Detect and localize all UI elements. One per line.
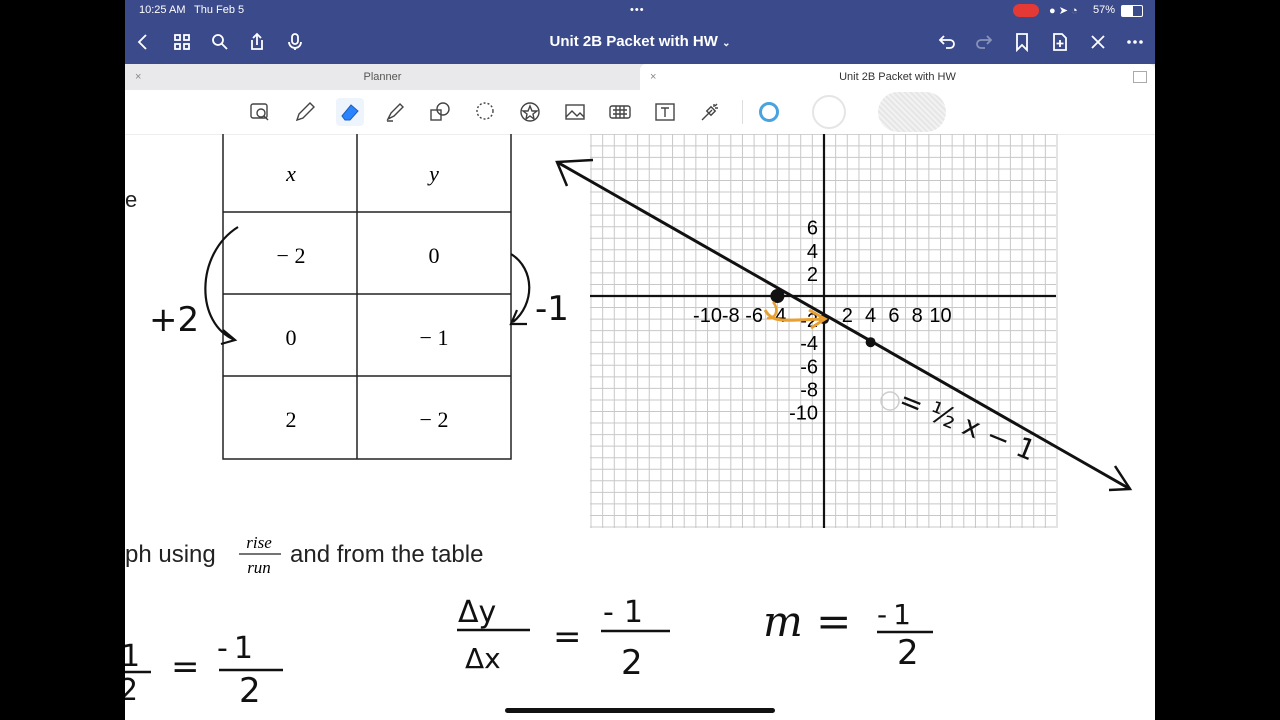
tab-unit-2b-packet[interactable]: × Unit 2B Packet with HW (640, 64, 1155, 90)
handwritten-arrow-right (509, 253, 531, 326)
x-tick-label: 4 (865, 305, 876, 327)
y-tick-label: -6 (800, 356, 818, 378)
handwritten-fragment: 1 (125, 639, 140, 674)
y-tick-label: 6 (807, 218, 818, 240)
x-tick-label: -10 (693, 305, 722, 327)
ipad-screen: 10:25 AM Thu Feb 5 ••• ● ➤ ◔ 57% Unit 2B… (125, 0, 1155, 720)
document-title[interactable]: Unit 2B Packet with HW ⌄ (125, 33, 1155, 50)
color-swatch-blue[interactable] (755, 98, 783, 126)
tab-close-icon[interactable]: × (650, 71, 656, 83)
handwritten-plus-two: +2 (149, 300, 199, 340)
highlighter-icon[interactable] (381, 98, 409, 126)
x-tick-label: 2 (842, 305, 853, 327)
instruction-text-after: and from the table (290, 541, 483, 568)
page-content-svg: x y − 2 0 0 − 1 2 − 2 e +2 -1 -10 -8 -6 -4 2… (125, 124, 1133, 711)
close-icon[interactable] (1086, 30, 1110, 54)
x-tick-label: -6 (745, 305, 763, 327)
split-view-icon[interactable] (1133, 71, 1147, 83)
tab-bar: × Planner × Unit 2B Packet with HW (125, 64, 1155, 90)
keyboard-icon[interactable] (606, 98, 634, 126)
lasso-icon[interactable] (471, 98, 499, 126)
handwritten-neg-one: -1 (877, 598, 911, 631)
table-cell: 0 (429, 243, 440, 268)
laser-pointer-icon[interactable] (696, 98, 724, 126)
more-options-icon[interactable] (1123, 30, 1147, 54)
image-icon[interactable] (561, 98, 589, 126)
tab-close-icon[interactable]: × (135, 71, 141, 83)
tab-label: Unit 2B Packet with HW (839, 71, 956, 83)
handwritten-equals: = (171, 647, 200, 687)
y-tick-label: 4 (807, 241, 818, 263)
sticker-icon[interactable] (516, 98, 544, 126)
toolbar-divider (742, 100, 743, 124)
handwritten-minus-one: -1 (535, 289, 569, 329)
fraction-denominator: run (247, 558, 271, 577)
table-cell: − 2 (277, 243, 306, 268)
handwritten-two: 2 (897, 633, 919, 673)
color-swatch-white[interactable] (811, 94, 847, 130)
handwritten-equals: = (553, 617, 582, 657)
table-cell: − 1 (420, 325, 449, 350)
xy-table (222, 128, 512, 460)
multitask-dots-icon[interactable]: ••• (630, 4, 645, 16)
table-header-y: y (427, 161, 439, 186)
fraction-numerator: rise (246, 533, 272, 552)
y-tick-label: -10 (789, 403, 818, 425)
undo-icon[interactable] (935, 30, 959, 54)
bookmark-icon[interactable] (1010, 30, 1034, 54)
handwritten-m-equals: m = (763, 597, 851, 646)
tab-planner[interactable]: × Planner (125, 64, 640, 90)
add-page-icon[interactable] (1048, 30, 1072, 54)
document-canvas[interactable]: x y − 2 0 0 − 1 2 − 2 e +2 -1 -10 -8 -6 -4 2… (125, 124, 1155, 720)
tab-label: Planner (363, 71, 402, 83)
recording-indicator-icon[interactable] (1013, 4, 1039, 17)
color-swatch-gray[interactable] (877, 92, 947, 132)
text-icon[interactable] (651, 98, 679, 126)
handwritten-delta-x: Δx (465, 642, 501, 675)
y-tick-label: -8 (800, 379, 818, 401)
status-date: Thu Feb 5 (194, 4, 245, 16)
plotted-point (770, 289, 785, 303)
y-tick-label: -4 (800, 333, 818, 355)
table-cell: − 2 (420, 407, 449, 432)
x-tick-label: -8 (722, 305, 740, 327)
home-indicator[interactable] (505, 708, 775, 713)
battery-icon (1121, 5, 1143, 17)
pen-icon[interactable] (291, 98, 319, 126)
redo-icon[interactable] (972, 30, 996, 54)
handwritten-two: 2 (621, 643, 643, 683)
cut-off-text: e (125, 187, 137, 212)
annotation-toolbar (125, 90, 1155, 135)
battery-percent: 57% (1093, 4, 1116, 16)
top-bar: 10:25 AM Thu Feb 5 ••• ● ➤ ◔ 57% Unit 2B… (125, 0, 1155, 64)
graphed-line (556, 160, 1131, 491)
eraser-icon[interactable] (336, 98, 364, 126)
table-cell: 2 (286, 407, 297, 432)
shapes-icon[interactable] (426, 98, 454, 126)
table-cell: 0 (286, 325, 297, 350)
plotted-point (865, 337, 876, 348)
handwritten-delta-y: Δy (458, 595, 496, 630)
x-tick-label: 8 (912, 305, 923, 327)
x-tick-label: 10 (929, 305, 951, 327)
handwritten-two: 2 (239, 671, 261, 711)
lasso-zoom-icon[interactable] (246, 98, 274, 126)
orientation-lock-icon: ● ➤ ◔ (1049, 5, 1078, 17)
handwritten-fragment: 2 (125, 673, 138, 708)
handwritten-neg-one: -1 (603, 595, 643, 630)
handwritten-arrow-left (204, 226, 239, 346)
table-header-x: x (285, 161, 296, 186)
x-tick-label: 6 (888, 305, 899, 327)
status-time: 10:25 AM (139, 4, 186, 16)
handwritten-neg-one: -1 (217, 631, 253, 666)
y-tick-label: 2 (807, 264, 818, 286)
instruction-text-before: ph using (125, 541, 216, 568)
